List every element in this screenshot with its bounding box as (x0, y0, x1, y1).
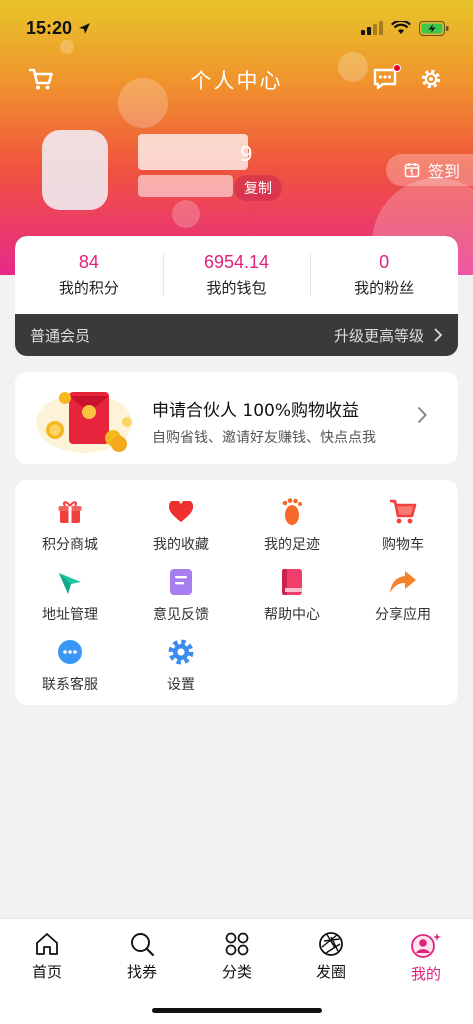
partner-subtitle: 自购省钱、邀请好友赚钱、快点点我 (152, 430, 376, 446)
signin-button[interactable]: 签到 (386, 154, 473, 186)
location-icon (56, 568, 84, 596)
stat-fans[interactable]: 0 我的粉丝 (310, 236, 458, 314)
status-time: 15:20 (26, 17, 73, 38)
member-level: 普通会员 (30, 326, 91, 345)
stat-value: 84 (78, 252, 99, 272)
tab-label: 我的 (410, 965, 441, 983)
location-arrow-icon (79, 22, 90, 34)
feedback-icon (167, 568, 195, 596)
menu-points-mall[interactable]: 积分商城 (15, 498, 125, 558)
avatar[interactable] (42, 130, 108, 210)
stat-label: 我的粉丝 (354, 279, 415, 297)
upgrade-label: 升级更高等级 (333, 326, 424, 345)
cart-icon (389, 498, 417, 526)
signal-icon (361, 21, 383, 35)
tab-moments[interactable]: 发圈 (291, 931, 371, 982)
menu-label: 意见反馈 (153, 607, 209, 623)
tab-label: 发圈 (315, 963, 346, 981)
tab-label: 分类 (221, 963, 252, 981)
tab-mine[interactable]: 我的 (386, 931, 466, 984)
copy-label: 复制 (244, 181, 272, 197)
menu-label: 联系客服 (42, 677, 98, 693)
tab-label: 找券 (126, 963, 157, 981)
home-indicator (152, 1008, 322, 1013)
copy-button[interactable]: 复制 (234, 175, 282, 201)
menu-label: 我的收藏 (153, 537, 209, 553)
username-blurred (138, 134, 248, 170)
user-id-blurred (138, 175, 233, 197)
menu-grid: 积分商城 我的收藏 我的足迹 购物车 地址管理 意见反馈 帮助中心 分享应用 联… (15, 480, 458, 705)
notification-dot (393, 64, 401, 72)
menu-footprints[interactable]: 我的足迹 (237, 498, 347, 558)
home-icon (36, 933, 58, 955)
gift-icon (56, 498, 84, 526)
cart-button[interactable] (28, 66, 54, 96)
menu-cart[interactable]: 购物车 (348, 498, 458, 558)
aperture-icon (319, 932, 343, 956)
partner-title: 申请合伙人 100%购物收益 (152, 401, 360, 421)
partner-banner[interactable]: 申请合伙人 100%购物收益 自购省钱、邀请好友赚钱、快点点我 (15, 372, 458, 464)
menu-feedback[interactable]: 意见反馈 (126, 568, 236, 628)
gear-icon (421, 69, 441, 89)
menu-label: 设置 (167, 677, 195, 693)
chevron-right-icon (434, 328, 442, 342)
book-icon (278, 568, 306, 596)
tab-home[interactable]: 首页 (7, 931, 87, 982)
footprint-icon (278, 498, 306, 526)
signin-label: 签到 (428, 162, 461, 181)
menu-customer-service[interactable]: 联系客服 (15, 638, 125, 698)
menu-help[interactable]: 帮助中心 (237, 568, 347, 628)
tab-category[interactable]: 分类 (197, 931, 277, 982)
calendar-icon (404, 163, 420, 178)
chat-icon (56, 638, 84, 666)
settings-icon (167, 638, 195, 666)
chevron-right-icon (417, 406, 427, 424)
page-title: 个人中心 (190, 69, 283, 93)
category-icon (225, 932, 249, 956)
menu-label: 购物车 (382, 537, 424, 553)
settings-button[interactable] (418, 66, 444, 96)
battery-icon (419, 20, 449, 36)
wifi-icon (391, 21, 411, 34)
membership-row[interactable]: 普通会员 升级更高等级 (15, 314, 458, 356)
menu-label: 帮助中心 (264, 607, 320, 623)
heart-icon (167, 498, 195, 526)
tab-coupons[interactable]: 找券 (102, 931, 182, 982)
message-button[interactable] (372, 64, 401, 96)
status-bar: 15:20 (0, 0, 473, 56)
stat-label: 我的钱包 (206, 279, 267, 297)
stats-card: 84 我的积分 6954.14 我的钱包 0 我的粉丝 普通会员 升级更高等级 (15, 236, 458, 356)
menu-label: 我的足迹 (264, 537, 320, 553)
share-icon (389, 568, 417, 596)
menu-label: 地址管理 (42, 607, 98, 623)
red-envelope-icon (36, 392, 132, 453)
tab-label: 首页 (31, 963, 62, 981)
stat-value: 6954.14 (203, 252, 270, 272)
cart-icon (28, 68, 53, 90)
menu-share[interactable]: 分享应用 (348, 568, 458, 628)
menu-favorites[interactable]: 我的收藏 (126, 498, 236, 558)
stat-value: 0 (379, 252, 390, 272)
menu-settings[interactable]: 设置 (126, 638, 236, 698)
user-icon (411, 933, 441, 958)
stat-wallet[interactable]: 6954.14 我的钱包 (162, 236, 311, 314)
menu-address[interactable]: 地址管理 (15, 568, 125, 628)
menu-label: 积分商城 (42, 537, 98, 553)
search-icon (131, 933, 154, 956)
menu-label: 分享应用 (375, 607, 431, 623)
stat-label: 我的积分 (58, 279, 119, 297)
username-suffix: 9 (240, 142, 253, 166)
stat-points[interactable]: 84 我的积分 (15, 236, 163, 314)
top-bar: 个人中心 (0, 60, 473, 100)
